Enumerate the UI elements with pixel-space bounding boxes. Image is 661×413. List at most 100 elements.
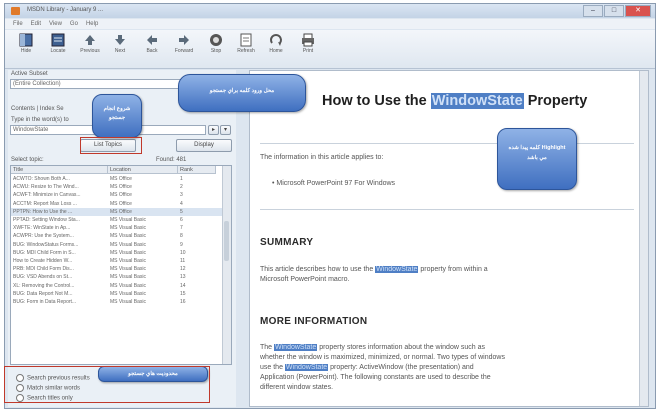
text: property from within a — [418, 266, 488, 273]
next-button[interactable]: Next — [105, 33, 135, 54]
highlight: WindowState — [284, 364, 329, 371]
table-row[interactable]: PPTPN: How to Use the ... MS Office 5 — [11, 207, 225, 216]
applies-intro: The information in this article applies … — [260, 154, 384, 161]
more-line-4: Application (PowerPoint). The following … — [260, 374, 491, 381]
locate-button[interactable]: Locate — [43, 33, 73, 54]
next-label: Next — [114, 48, 126, 54]
print-icon — [302, 33, 314, 47]
text: This article describes how to use the — [260, 266, 376, 273]
summary-heading: SUMMARY — [260, 237, 314, 248]
menu-file[interactable]: File — [13, 19, 23, 29]
stop-label: Stop — [210, 48, 222, 54]
cell-rank: 3 — [180, 192, 183, 199]
print-label: Print — [302, 48, 314, 54]
text: The — [260, 344, 275, 351]
refresh-icon — [240, 33, 252, 47]
cell-rank: 1 — [180, 176, 183, 182]
cell-rank: 4 — [180, 200, 183, 207]
forward-label: Forward — [174, 48, 194, 54]
menu-go[interactable]: Go — [70, 19, 78, 29]
cell-rank: 8 — [180, 233, 183, 240]
table-row[interactable]: PPTAD: Setting Window Sta... MS Visual Ba… — [11, 216, 225, 224]
hide-button[interactable]: Hide — [11, 33, 41, 54]
expand-button[interactable]: ▾ — [220, 125, 231, 135]
minimize-button[interactable]: – — [583, 5, 603, 17]
table-row[interactable]: XL: Removing the Control... MS Visual Bas… — [11, 282, 225, 290]
results-table[interactable]: Title Location Rank ACWTO: Shown Both A.… — [10, 165, 232, 365]
app-icon — [11, 7, 20, 15]
menu-help[interactable]: Help — [86, 19, 98, 29]
stop-button[interactable]: Stop — [201, 33, 231, 54]
cell-title: XWFTE: WinState in Ap... — [13, 225, 71, 232]
table-row[interactable]: BUG: MDI Child Form in S... MS Visual Bas… — [11, 249, 225, 257]
menu-bar: File Edit View Go Help — [5, 19, 655, 29]
table-row[interactable]: ACWFT: Minimize in Canvas... MS Office 3 — [11, 191, 225, 199]
back-button[interactable]: Back — [137, 33, 167, 54]
more-line-5: different window states. — [260, 384, 334, 391]
maximize-button[interactable]: □ — [604, 5, 624, 17]
table-row[interactable]: How to Create Hidden W... MS Visual Basic… — [11, 257, 225, 265]
callout-search-field: محل ورود كلمه براي جستجو — [178, 74, 306, 112]
type-words-label: Type in the word(s) to — [11, 117, 69, 123]
back-icon — [147, 35, 157, 45]
home-button[interactable]: Home — [261, 33, 291, 54]
col-title-header[interactable]: Title — [11, 166, 108, 174]
refresh-button[interactable]: Refresh — [231, 33, 261, 54]
cell-rank: 10 — [180, 249, 186, 256]
active-subset-label: Active Subset — [11, 71, 48, 77]
table-row[interactable]: BUG: VSD Abends on St... MS Visual Basic 1… — [11, 273, 225, 281]
results-scrollbar[interactable] — [222, 166, 231, 364]
cell-title: XL: Removing the Control... — [13, 282, 75, 289]
operators-button[interactable]: ▸ — [208, 125, 219, 135]
results-scroll-thumb[interactable] — [224, 221, 229, 261]
col-rank-header[interactable]: Rank — [178, 166, 216, 174]
menu-edit[interactable]: Edit — [31, 19, 41, 29]
nav-tabs[interactable]: Contents | Index Se — [11, 106, 64, 112]
callout-highlight: كلمه پيدا شده Highlight مي باشد — [497, 128, 577, 190]
cell-title: BUG: MDI Child Form in S... — [13, 249, 76, 256]
menu-view[interactable]: View — [49, 19, 62, 29]
refresh-label: Refresh — [237, 48, 255, 54]
forward-button[interactable]: Forward — [169, 33, 199, 54]
cell-rank: 15 — [180, 290, 186, 297]
app-window: MSDN Library - January 9 ... – □ ✕ File … — [4, 3, 656, 409]
cell-title: ACCTM: Report Max Loss ... — [13, 200, 77, 207]
close-button[interactable]: ✕ — [625, 5, 651, 17]
stop-icon — [210, 34, 222, 46]
title-text: How to Use the — [322, 93, 431, 109]
text: property: ActiveWindow (the presentation… — [328, 364, 474, 371]
table-row[interactable]: ACCTM: Report Max Loss ... MS Office 4 — [11, 200, 225, 208]
table-row[interactable]: ACWU: Resize to The Wind... MS Office 2 — [11, 183, 225, 191]
divider — [260, 209, 634, 210]
cell-location: MS Office — [110, 192, 132, 199]
cell-location: MS Visual Basic — [110, 233, 147, 240]
cell-title: PPTAD: Setting Window Sta... — [13, 217, 80, 223]
document-scrollbar[interactable] — [639, 71, 648, 406]
table-row[interactable]: XWFTE: WinState in Ap... MS Visual Basic 7 — [11, 224, 225, 232]
cell-rank: 7 — [180, 225, 183, 232]
cell-location: MS Visual Basic — [110, 266, 147, 273]
cell-title: ACWFT: Minimize in Canvas... — [13, 192, 81, 199]
table-row[interactable]: ACWTO: Shown Both A... MS Office 1 — [11, 175, 225, 183]
previous-button[interactable]: Previous — [75, 33, 105, 54]
cell-location: MS Visual Basic — [110, 249, 147, 256]
more-info-heading: MORE INFORMATION — [260, 316, 368, 327]
more-line-3: use the WindowState property: ActiveWind… — [260, 363, 474, 373]
back-label: Back — [146, 48, 158, 54]
table-row[interactable]: BUG: WindowStatus Forms... MS Visual Basi… — [11, 241, 225, 249]
table-row[interactable]: PRB: MDI Child Form Dis... MS Visual Basi… — [11, 265, 225, 273]
cell-rank: 6 — [180, 217, 183, 223]
table-row[interactable]: ACWPR: Use the System... MS Visual Basic 8 — [11, 232, 225, 240]
cell-rank: 11 — [180, 258, 186, 264]
highlight: WindowState — [375, 266, 419, 273]
col-location-header[interactable]: Location — [108, 166, 178, 174]
document-pane: How to Use the WindowState Property The … — [249, 70, 649, 407]
display-button[interactable]: Display — [176, 139, 232, 152]
print-button[interactable]: Print — [293, 33, 323, 54]
table-row[interactable]: BUG: Form in Data Report... MS Visual Bas… — [11, 298, 225, 306]
summary-line-1: This article describes how to use the Wi… — [260, 265, 488, 275]
cell-title: PRB: MDI Child Form Dis... — [13, 266, 74, 273]
cell-location: MS Visual Basic — [110, 299, 147, 305]
cell-title: BUG: Form in Data Report... — [13, 299, 77, 305]
table-row[interactable]: BUG: Data Report Not M... MS Visual Basic… — [11, 290, 225, 298]
